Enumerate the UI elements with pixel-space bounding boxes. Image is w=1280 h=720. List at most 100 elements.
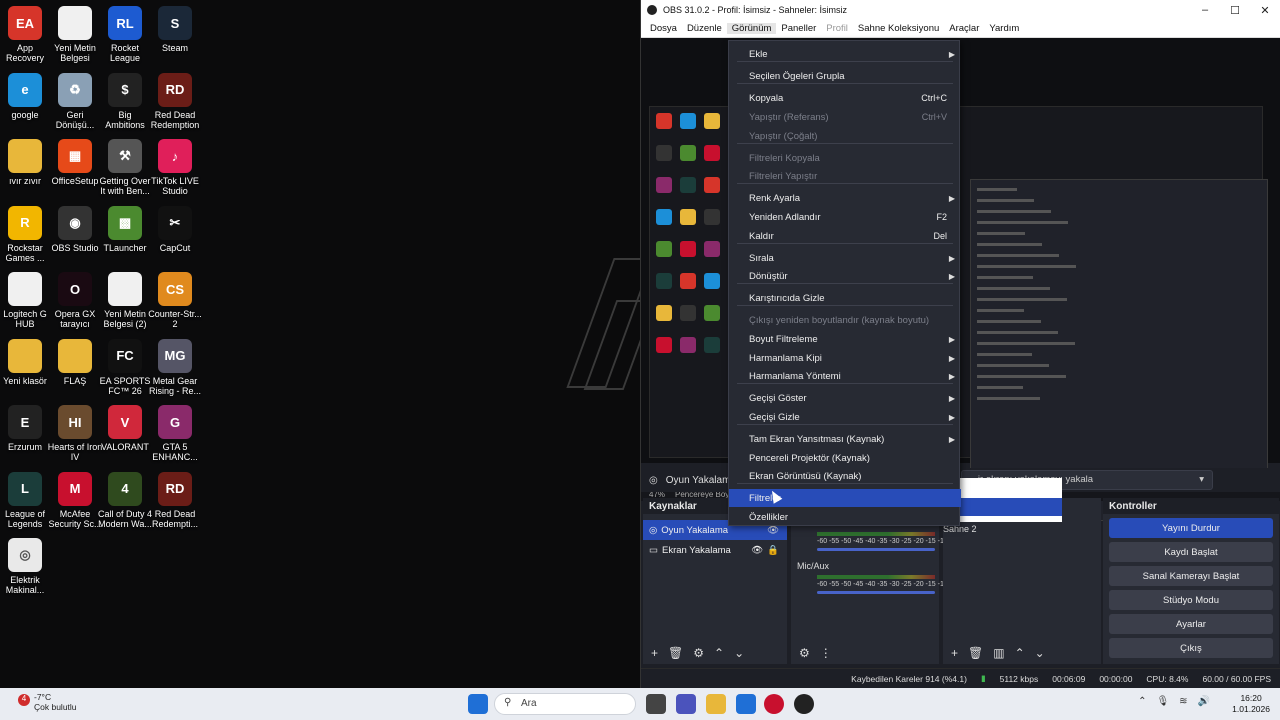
desktop-icon[interactable]: RD Red Dead Redempti... bbox=[143, 471, 207, 529]
app-icon: R bbox=[8, 205, 42, 240]
menu-yardim[interactable]: Yardım bbox=[984, 23, 1024, 34]
minimize-button[interactable]: – bbox=[1190, 4, 1220, 17]
up-icon[interactable]: ⌃ bbox=[1015, 646, 1025, 660]
context-menu-item[interactable]: Geçişi Gizle ▶ bbox=[729, 408, 961, 426]
taskbar-search[interactable]: ⚲ Ara bbox=[494, 693, 636, 715]
menu-paneller[interactable]: Paneller bbox=[776, 23, 821, 34]
studio-mode-button[interactable]: Stüdyo Modu bbox=[1109, 590, 1273, 610]
context-menu-item[interactable]: Filtreleri Yapıştır bbox=[729, 167, 961, 185]
nested-row bbox=[977, 232, 1025, 235]
menu-item-label: Boyut Filtreleme bbox=[749, 333, 818, 345]
app-icon: L bbox=[8, 471, 42, 506]
store-icon[interactable] bbox=[736, 694, 756, 714]
context-menu-item[interactable]: Kaldır Del bbox=[729, 227, 961, 245]
add-icon[interactable]: + bbox=[651, 646, 658, 660]
menu-item-label: Tam Ekran Yansıtması (Kaynak) bbox=[749, 433, 885, 445]
context-menu-item[interactable]: Dönüştür ▶ bbox=[729, 267, 961, 285]
weather-icon: 4 bbox=[18, 694, 30, 706]
app-icon: RL bbox=[108, 6, 142, 40]
gear-icon[interactable]: ⚙ bbox=[693, 646, 704, 660]
start-icon[interactable] bbox=[468, 694, 488, 714]
source-label: Ekran Yakalama bbox=[661, 544, 731, 556]
context-menu-item[interactable]: Yapıştır (Referans) Ctrl+V bbox=[729, 108, 961, 126]
context-menu-item[interactable]: Filtreleri Kopyala bbox=[729, 149, 961, 167]
filter-icon[interactable]: ▥ bbox=[993, 646, 1004, 660]
maximize-button[interactable]: ☐ bbox=[1220, 4, 1250, 17]
exit-button[interactable]: Çıkış bbox=[1109, 638, 1273, 658]
trash-icon[interactable]: 🗑 bbox=[968, 646, 983, 660]
desktop-icon[interactable]: S Steam bbox=[143, 6, 207, 53]
volume-icon[interactable]: 🔊 bbox=[1198, 696, 1210, 707]
explorer-icon[interactable] bbox=[706, 694, 726, 714]
context-menu-item[interactable]: Pencereli Projektör (Kaynak) bbox=[729, 449, 961, 467]
context-menu-item[interactable]: Özellikler bbox=[729, 508, 961, 526]
context-menu-item[interactable]: Karıştırıcıda Gizle bbox=[729, 289, 961, 307]
desktop-icon[interactable]: ✂ CapCut bbox=[143, 205, 207, 253]
desktop-icon[interactable]: RD Red Dead Redemption bbox=[143, 72, 207, 130]
scene-item[interactable]: Sahne 2 bbox=[943, 524, 1101, 534]
context-menu-item[interactable]: Seçilen Ögeleri Grupla bbox=[729, 67, 961, 85]
context-menu-item[interactable]: Çıkışı yeniden boyutlandır (kaynak boyut… bbox=[729, 311, 961, 329]
obs-taskbar-icon[interactable] bbox=[794, 694, 814, 714]
desktop-icon[interactable]: CS Counter-Str... 2 bbox=[143, 272, 207, 329]
eye-icon[interactable]: 👁 bbox=[767, 525, 779, 536]
menu-dosya[interactable]: Dosya bbox=[645, 23, 682, 34]
trash-icon[interactable]: 🗑 bbox=[668, 646, 683, 660]
context-menu-item[interactable]: Filtreler bbox=[729, 489, 961, 507]
close-button[interactable]: ✕ bbox=[1250, 4, 1280, 17]
more-icon[interactable]: ⋮ bbox=[820, 646, 832, 660]
app-icon bbox=[8, 272, 42, 306]
menu-duzenle[interactable]: Düzenle bbox=[682, 23, 727, 34]
desktop-icon[interactable]: ♪ TikTok LIVE Studio bbox=[143, 139, 207, 196]
context-menu-item[interactable]: Geçişi Göster ▶ bbox=[729, 389, 961, 407]
up-icon[interactable]: ⌃ bbox=[714, 646, 724, 660]
stop-stream-button[interactable]: Yayını Durdur bbox=[1109, 518, 1273, 538]
settings-button[interactable]: Ayarlar bbox=[1109, 614, 1273, 634]
context-menu-item[interactable]: Harmanlama Yöntemi ▶ bbox=[729, 367, 961, 385]
desktop-icon-label: Steam bbox=[161, 43, 188, 53]
opera-icon[interactable] bbox=[764, 694, 784, 714]
context-menu-item[interactable]: Renk Ayarla ▶ bbox=[729, 189, 961, 207]
volume-slider[interactable] bbox=[817, 591, 935, 594]
down-icon[interactable]: ⌄ bbox=[1035, 646, 1045, 660]
source-item[interactable]: ▭ Ekran Yakalama 👁 🔒 bbox=[643, 540, 787, 560]
desktop-icon[interactable]: ◎ Elektrik Makinal... bbox=[0, 538, 57, 595]
context-menu-item[interactable]: Ekran Görüntüsü (Kaynak) bbox=[729, 467, 961, 485]
menu-profil[interactable]: Profil bbox=[821, 23, 853, 34]
context-menu-item[interactable]: Sırala ▶ bbox=[729, 249, 961, 267]
context-menu-item[interactable]: Kopyala Ctrl+C bbox=[729, 89, 961, 107]
menu-araclar[interactable]: Araçlar bbox=[944, 23, 984, 34]
down-icon[interactable]: ⌄ bbox=[734, 646, 744, 660]
nested-row bbox=[977, 265, 1076, 268]
context-menu-item[interactable]: Harmanlama Kipi ▶ bbox=[729, 349, 961, 367]
app-icon: ◉ bbox=[58, 205, 92, 240]
preview-desktop-icon bbox=[680, 145, 696, 161]
window-title: OBS 31.0.2 - Profil: İsimsiz - Sahneler:… bbox=[663, 5, 848, 15]
menu-sahne-koleksiyonu[interactable]: Sahne Koleksiyonu bbox=[853, 23, 944, 34]
lock-icon[interactable]: 🔒 bbox=[767, 545, 779, 556]
start-virtual-camera-button[interactable]: Sanal Kamerayı Başlat bbox=[1109, 566, 1273, 586]
context-menu-item[interactable]: Yeniden Adlandır F2 bbox=[729, 208, 961, 226]
context-menu-item[interactable]: Yapıştır (Çoğalt) bbox=[729, 127, 961, 145]
desktop-icon[interactable]: G GTA 5 ENHANC... bbox=[143, 405, 207, 462]
menu-gorunum[interactable]: Görünüm bbox=[726, 23, 777, 34]
teams-icon[interactable] bbox=[676, 694, 696, 714]
wifi-icon[interactable]: ≋ bbox=[1179, 696, 1187, 707]
start-recording-button[interactable]: Kaydı Başlat bbox=[1109, 542, 1273, 562]
context-menu-item[interactable]: Tam Ekran Yansıtması (Kaynak) ▶ bbox=[729, 430, 961, 448]
context-menu-item[interactable]: Boyut Filtreleme ▶ bbox=[729, 330, 961, 348]
gear-icon[interactable]: ⚙ bbox=[799, 646, 810, 660]
mic-icon[interactable]: 🎙 bbox=[1156, 696, 1169, 707]
desktop-icon-label: Red Dead Redempti... bbox=[151, 508, 199, 529]
cpu-usage: CPU: 8.4% bbox=[1146, 673, 1189, 684]
preview-desktop-icon bbox=[680, 305, 696, 321]
eye-icon[interactable]: 👁 bbox=[751, 545, 763, 556]
weather-widget[interactable]: 4 -7°C Çok bulutlu bbox=[14, 692, 77, 712]
clock[interactable]: 16:20 1.01.2026 bbox=[1232, 693, 1270, 715]
chevron-up-icon[interactable]: ⌃ bbox=[1138, 696, 1146, 707]
menu-item-label: Özellikler bbox=[749, 511, 789, 523]
desktop-icon[interactable]: MG Metal Gear Rising - Re... bbox=[143, 338, 207, 396]
context-menu-item[interactable]: Ekle ▶ bbox=[729, 45, 961, 63]
add-icon[interactable]: + bbox=[951, 646, 958, 660]
taskview-icon[interactable] bbox=[646, 694, 666, 714]
